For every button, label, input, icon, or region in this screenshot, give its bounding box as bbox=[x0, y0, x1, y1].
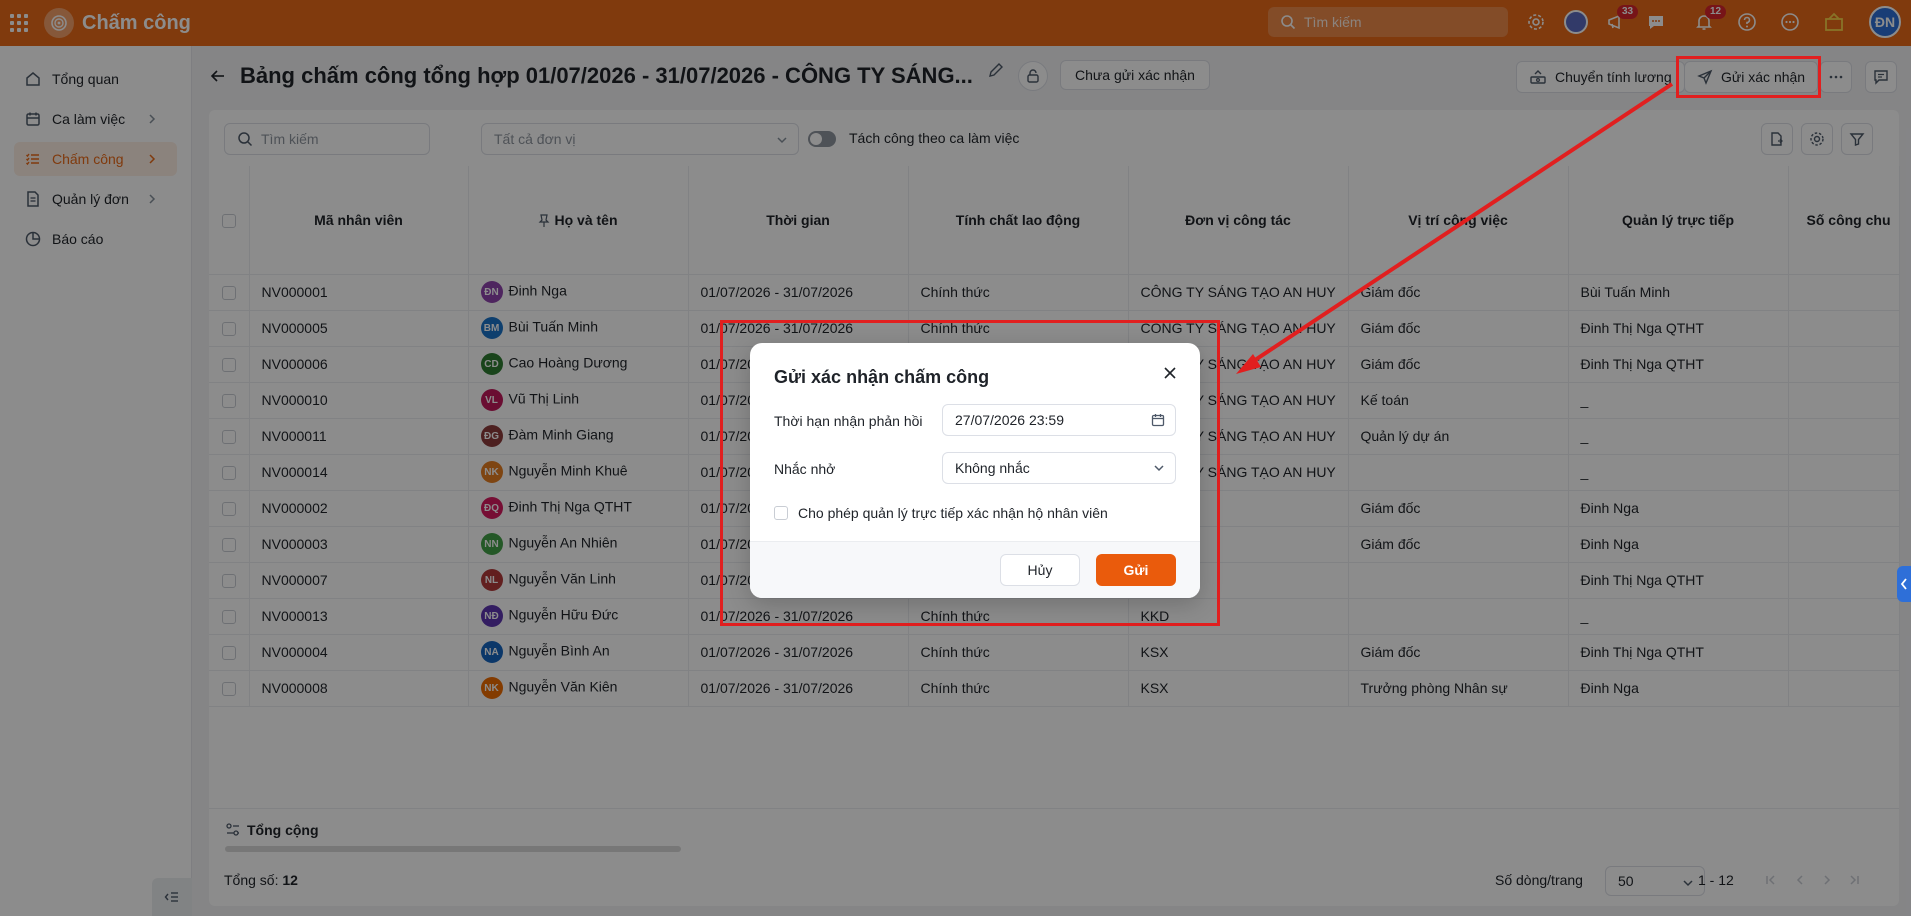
dialog-title: Gửi xác nhận chấm công bbox=[774, 367, 990, 387]
dialog-footer: Hủy Gửi bbox=[750, 541, 1200, 598]
calendar-icon bbox=[1151, 414, 1165, 427]
send-button[interactable]: Gửi bbox=[1096, 554, 1176, 586]
reminder-label: Nhắc nhở bbox=[774, 461, 836, 477]
chevron-left-icon bbox=[1900, 578, 1907, 590]
deadline-label: Thời hạn nhận phản hồi bbox=[774, 413, 923, 429]
allow-manager-confirm-row[interactable]: Cho phép quản lý trực tiếp xác nhận hộ n… bbox=[774, 505, 1108, 521]
reminder-select[interactable]: Không nhắc bbox=[942, 452, 1176, 484]
allow-manager-confirm-checkbox[interactable] bbox=[774, 506, 788, 520]
reminder-value: Không nhắc bbox=[955, 460, 1030, 476]
allow-manager-confirm-label: Cho phép quản lý trực tiếp xác nhận hộ n… bbox=[798, 505, 1108, 521]
chevron-down-icon bbox=[1154, 465, 1164, 472]
send-confirmation-dialog: Gửi xác nhận chấm công Thời hạn nhận phả… bbox=[750, 343, 1200, 598]
cancel-button[interactable]: Hủy bbox=[1000, 554, 1080, 586]
deadline-value: 27/07/2026 23:59 bbox=[955, 412, 1064, 428]
deadline-datetime-input[interactable]: 27/07/2026 23:59 bbox=[942, 404, 1176, 436]
close-icon[interactable] bbox=[1160, 363, 1180, 383]
expand-panel-tab[interactable] bbox=[1897, 566, 1911, 602]
